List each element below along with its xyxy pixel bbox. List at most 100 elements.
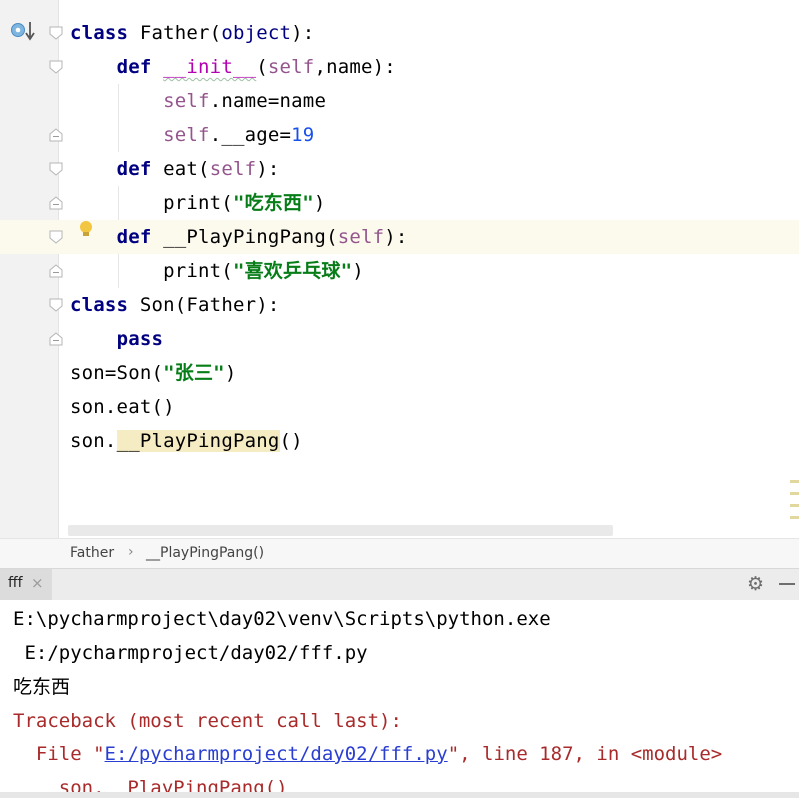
fold-icon[interactable] — [49, 264, 63, 278]
code-token: __init__ — [163, 56, 257, 78]
code-line[interactable]: son=Son("张三") — [0, 356, 799, 390]
code-text: class Father(object): — [70, 16, 314, 50]
code-text: def eat(self): — [70, 152, 280, 186]
console-error-line: File "E:/pycharmproject/day02/fff.py", l… — [13, 737, 722, 771]
code-token: object — [221, 22, 292, 44]
code-line[interactable]: def eat(self): — [0, 152, 799, 186]
console-error-line: Traceback (most recent call last): — [13, 710, 402, 732]
error-stripe-mark[interactable] — [790, 492, 799, 495]
minimize-icon[interactable] — [779, 583, 795, 585]
code-token: "喜欢乒乓球" — [232, 260, 353, 282]
run-marker-icon[interactable] — [10, 20, 38, 42]
console-text: File " — [13, 743, 105, 765]
console-text: ", line 187, in <module> — [447, 743, 723, 765]
breadcrumb-item-father[interactable]: Father — [70, 545, 114, 561]
error-stripe-mark[interactable] — [790, 516, 799, 519]
breadcrumb-separator: › — [128, 544, 134, 560]
code-token: self — [267, 56, 315, 78]
run-console-output[interactable]: E:\pycharmproject\day02\venv\Scripts\pyt… — [0, 600, 799, 798]
code-token: ): — [384, 226, 408, 248]
code-text: self.name=name — [70, 84, 326, 118]
code-text: def __init__(self,name): — [70, 50, 396, 84]
code-line[interactable]: class Son(Father): — [0, 288, 799, 322]
code-token: ,name): — [314, 56, 396, 78]
bulb-icon[interactable] — [78, 220, 94, 238]
fold-icon[interactable] — [49, 60, 63, 74]
code-line[interactable]: son.__PlayPingPang() — [0, 424, 799, 458]
code-token: ): — [256, 158, 280, 180]
code-token: self — [163, 90, 210, 112]
code-token: __PlayPingPang — [116, 430, 280, 452]
code-token: Son(Father): — [128, 294, 280, 316]
code-token: "吃东西" — [232, 192, 314, 214]
code-line[interactable]: self.name=name — [0, 84, 799, 118]
code-token: class — [70, 294, 129, 316]
code-line[interactable]: def __PlayPingPang(self): — [0, 220, 799, 254]
code-line[interactable]: class Father(object): — [0, 16, 799, 50]
breadcrumb: Father › __PlayPingPang() — [0, 538, 799, 569]
code-line[interactable]: print("吃东西") — [0, 186, 799, 220]
code-line[interactable]: pass — [0, 322, 799, 356]
code-token: ) — [313, 192, 326, 214]
status-bar — [0, 792, 799, 798]
code-token: "张三" — [163, 362, 225, 384]
fold-icon[interactable] — [49, 298, 63, 312]
code-token: print( — [70, 192, 233, 214]
error-stripe-mark[interactable] — [790, 480, 799, 483]
code-token: .__age= — [209, 124, 292, 146]
code-token: ( — [256, 56, 268, 78]
code-token: eat( — [151, 158, 210, 180]
fold-icon[interactable] — [49, 332, 63, 346]
code-line[interactable]: self.__age=19 — [0, 118, 799, 152]
code-token: __PlayPingPang( — [151, 226, 338, 248]
code-token: .name=name — [209, 90, 327, 112]
code-text: pass — [70, 322, 163, 356]
code-line[interactable]: son.eat() — [0, 390, 799, 424]
code-token: self — [209, 158, 257, 180]
error-stripe-mark[interactable] — [790, 504, 799, 507]
fold-icon[interactable] — [49, 196, 63, 210]
code-token: def — [116, 158, 152, 180]
run-tab-label: fff — [8, 575, 23, 591]
code-text: print("吃东西") — [70, 186, 325, 220]
code-token: class — [70, 22, 129, 44]
console-line: E:\pycharmproject\day02\venv\Scripts\pyt… — [13, 608, 551, 630]
code-token: print( — [70, 260, 233, 282]
code-token: son.eat() — [70, 396, 175, 418]
console-file-link[interactable]: E:/pycharmproject/day02/fff.py — [105, 743, 448, 765]
run-tab[interactable]: fff × — [0, 569, 52, 600]
code-token: ) — [224, 362, 237, 384]
code-editor[interactable]: class Father(object): def __init__(self,… — [0, 0, 799, 538]
run-tool-window-header: fff × ⚙ — [0, 568, 799, 601]
code-text: son.eat() — [70, 390, 175, 424]
code-token: self — [337, 226, 385, 248]
code-token: () — [279, 430, 303, 452]
code-text: son.__PlayPingPang() — [70, 424, 303, 458]
code-token: def — [116, 56, 152, 78]
code-token: ): — [291, 22, 315, 44]
code-token: ) — [352, 260, 364, 282]
code-text: son=Son("张三") — [70, 356, 236, 390]
code-line[interactable]: print("喜欢乒乓球") — [0, 254, 799, 288]
code-text: self.__age=19 — [70, 118, 314, 152]
code-token: def — [116, 226, 152, 248]
code-token: 19 — [291, 124, 315, 146]
gear-icon[interactable]: ⚙ — [747, 574, 764, 594]
breadcrumb-item-method[interactable]: __PlayPingPang() — [146, 545, 264, 561]
code-token: self — [163, 124, 210, 146]
code-text: class Son(Father): — [70, 288, 280, 322]
fold-icon[interactable] — [49, 26, 63, 40]
code-line[interactable]: def __init__(self,name): — [0, 50, 799, 84]
fold-icon[interactable] — [49, 128, 63, 142]
fold-icon[interactable] — [49, 162, 63, 176]
code-token: son=Son( — [70, 362, 164, 384]
close-icon[interactable]: × — [31, 574, 44, 592]
horizontal-scrollbar[interactable] — [68, 525, 613, 536]
fold-icon[interactable] — [49, 230, 63, 244]
